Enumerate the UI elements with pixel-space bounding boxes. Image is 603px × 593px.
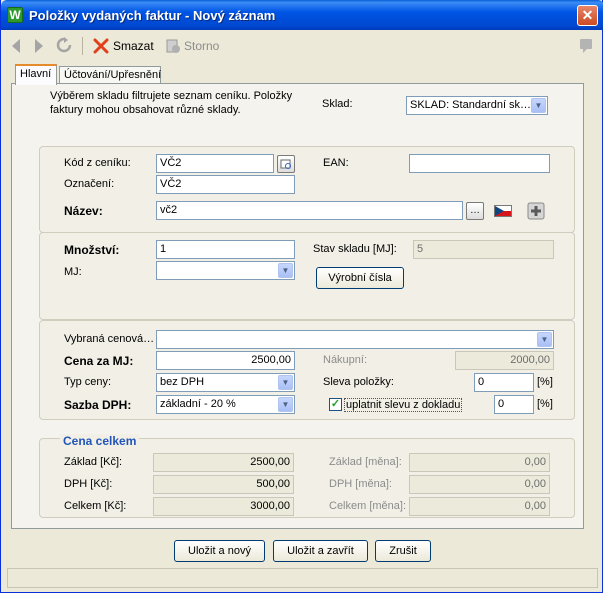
base-value: 2500,00 bbox=[153, 453, 294, 472]
czech-flag-icon[interactable] bbox=[494, 205, 512, 217]
storno-icon bbox=[166, 39, 180, 53]
unit-select[interactable]: ▼ bbox=[156, 261, 295, 280]
base-label: Základ [Kč]: bbox=[64, 456, 123, 468]
vat-currency-label: DPH [měna]: bbox=[329, 478, 392, 490]
delete-label: Smazat bbox=[113, 39, 154, 53]
apply-discount-label[interactable]: uplatnit slevu z dokladu bbox=[344, 398, 463, 412]
help-icon[interactable] bbox=[579, 38, 593, 54]
tab-panel-main: Výběrem skladu filtrujete seznam ceníku.… bbox=[11, 83, 584, 529]
title-bar: W Položky vydaných faktur - Nový záznam … bbox=[1, 0, 603, 30]
chevron-down-icon: ▼ bbox=[278, 375, 293, 390]
totals-title: Cena celkem bbox=[60, 434, 140, 448]
ean-label: EAN: bbox=[323, 157, 349, 169]
apply-discount-input[interactable]: 0 bbox=[494, 395, 534, 414]
purchase-label: Nákupní: bbox=[323, 354, 368, 366]
vat-value: základní - 20 % bbox=[160, 398, 236, 410]
base-currency-label: Základ [měna]: bbox=[329, 456, 402, 468]
close-button[interactable]: ✕ bbox=[577, 5, 598, 26]
vat-total-label: DPH [Kč]: bbox=[64, 478, 113, 490]
vat-label: Sazba DPH: bbox=[64, 398, 132, 412]
save-and-new-button[interactable]: Uložit a nový bbox=[174, 540, 265, 562]
name-ellipsis-button[interactable]: … bbox=[466, 202, 484, 220]
unit-price-input[interactable]: 2500,00 bbox=[156, 351, 295, 370]
refresh-icon[interactable] bbox=[56, 37, 72, 54]
name-label: Název: bbox=[64, 204, 103, 218]
price-type-select[interactable]: bez DPH ▼ bbox=[156, 373, 295, 392]
code-label: Kód z ceníku: bbox=[64, 157, 131, 169]
designation-input[interactable]: VČ2 bbox=[156, 175, 295, 194]
vat-select[interactable]: základní - 20 % ▼ bbox=[156, 395, 295, 414]
discount-unit: [%] bbox=[537, 376, 553, 388]
discount-label: Sleva položky: bbox=[323, 376, 394, 388]
chevron-down-icon: ▼ bbox=[537, 332, 552, 347]
status-bar bbox=[7, 568, 598, 588]
store-hint-line2: faktury mohou obsahovat různé sklady. bbox=[50, 104, 241, 116]
vat-currency-value: 0,00 bbox=[409, 475, 550, 494]
toolbar-separator bbox=[82, 37, 83, 55]
serial-numbers-button[interactable]: Výrobní čísla bbox=[316, 267, 404, 289]
stock-label: Stav skladu [MJ]: bbox=[313, 243, 397, 255]
store-select[interactable]: SKLAD: Standardní sk… ▼ bbox=[406, 96, 548, 115]
price-type-value: bez DPH bbox=[160, 376, 205, 388]
pricelist-select[interactable]: ▼ bbox=[156, 330, 554, 349]
apply-discount-checkbox[interactable]: ✓ bbox=[329, 398, 342, 411]
purchase-input: 2000,00 bbox=[455, 351, 554, 370]
item-group: Kód z ceníku: VČ2 EAN: Označení: VČ2 Náz… bbox=[39, 146, 575, 233]
lookup-icon bbox=[280, 159, 291, 169]
grand-total-value: 3000,00 bbox=[153, 497, 294, 516]
totals-group: Cena celkem Základ [Kč]: 2500,00 DPH [Kč… bbox=[39, 434, 575, 518]
toolbar: Smazat Storno bbox=[1, 30, 602, 62]
stock-input: 5 bbox=[413, 240, 554, 259]
ean-input[interactable] bbox=[409, 154, 550, 173]
app-icon: W bbox=[7, 7, 23, 23]
unit-price-label: Cena za MJ: bbox=[64, 354, 134, 368]
tab-accounting[interactable]: Účtování/Upřesnění bbox=[59, 66, 161, 84]
chevron-down-icon: ▼ bbox=[531, 98, 546, 113]
name-input[interactable]: vč2 bbox=[156, 201, 463, 220]
save-and-close-button[interactable]: Uložit a zavřít bbox=[273, 540, 368, 562]
window-title: Položky vydaných faktur - Nový záznam bbox=[29, 8, 276, 23]
apply-discount-unit: [%] bbox=[537, 398, 553, 410]
pricing-group: Vybraná cenová… ▼ Cena za MJ: 2500,00 Ná… bbox=[39, 320, 575, 420]
store-hint-line1: Výběrem skladu filtrujete seznam ceníku.… bbox=[50, 90, 293, 102]
delete-x-icon bbox=[93, 38, 109, 54]
add-icon[interactable] bbox=[527, 202, 545, 220]
vat-total-value: 500,00 bbox=[153, 475, 294, 494]
cancel-edit-label: Storno bbox=[184, 39, 220, 53]
back-icon[interactable] bbox=[9, 38, 23, 54]
price-type-label: Typ ceny: bbox=[64, 376, 112, 388]
grand-total-label: Celkem [Kč]: bbox=[64, 500, 127, 512]
pricelist-label: Vybraná cenová… bbox=[64, 333, 155, 345]
dialog-window: W Položky vydaných faktur - Nový záznam … bbox=[0, 0, 603, 593]
total-currency-value: 0,00 bbox=[409, 497, 550, 516]
quantity-group: Množství: 1 Stav skladu [MJ]: 5 MJ: ▼ Vý… bbox=[39, 232, 575, 320]
unit-label: MJ: bbox=[64, 266, 82, 278]
store-value: SKLAD: Standardní sk… bbox=[410, 99, 532, 111]
store-label: Sklad: bbox=[322, 98, 353, 110]
chevron-down-icon: ▼ bbox=[278, 397, 293, 412]
pricelist-lookup-button[interactable] bbox=[277, 155, 295, 173]
total-currency-label: Celkem [měna]: bbox=[329, 500, 407, 512]
base-currency-value: 0,00 bbox=[409, 453, 550, 472]
quantity-label: Množství: bbox=[64, 243, 120, 257]
designation-label: Označení: bbox=[64, 178, 115, 190]
cancel-button[interactable]: Zrušit bbox=[375, 540, 431, 562]
chevron-down-icon: ▼ bbox=[278, 263, 293, 278]
code-input[interactable]: VČ2 bbox=[156, 154, 274, 173]
quantity-input[interactable]: 1 bbox=[156, 240, 295, 259]
forward-icon[interactable] bbox=[32, 38, 46, 54]
discount-input[interactable]: 0 bbox=[474, 373, 534, 392]
tab-main[interactable]: Hlavní bbox=[15, 64, 57, 85]
